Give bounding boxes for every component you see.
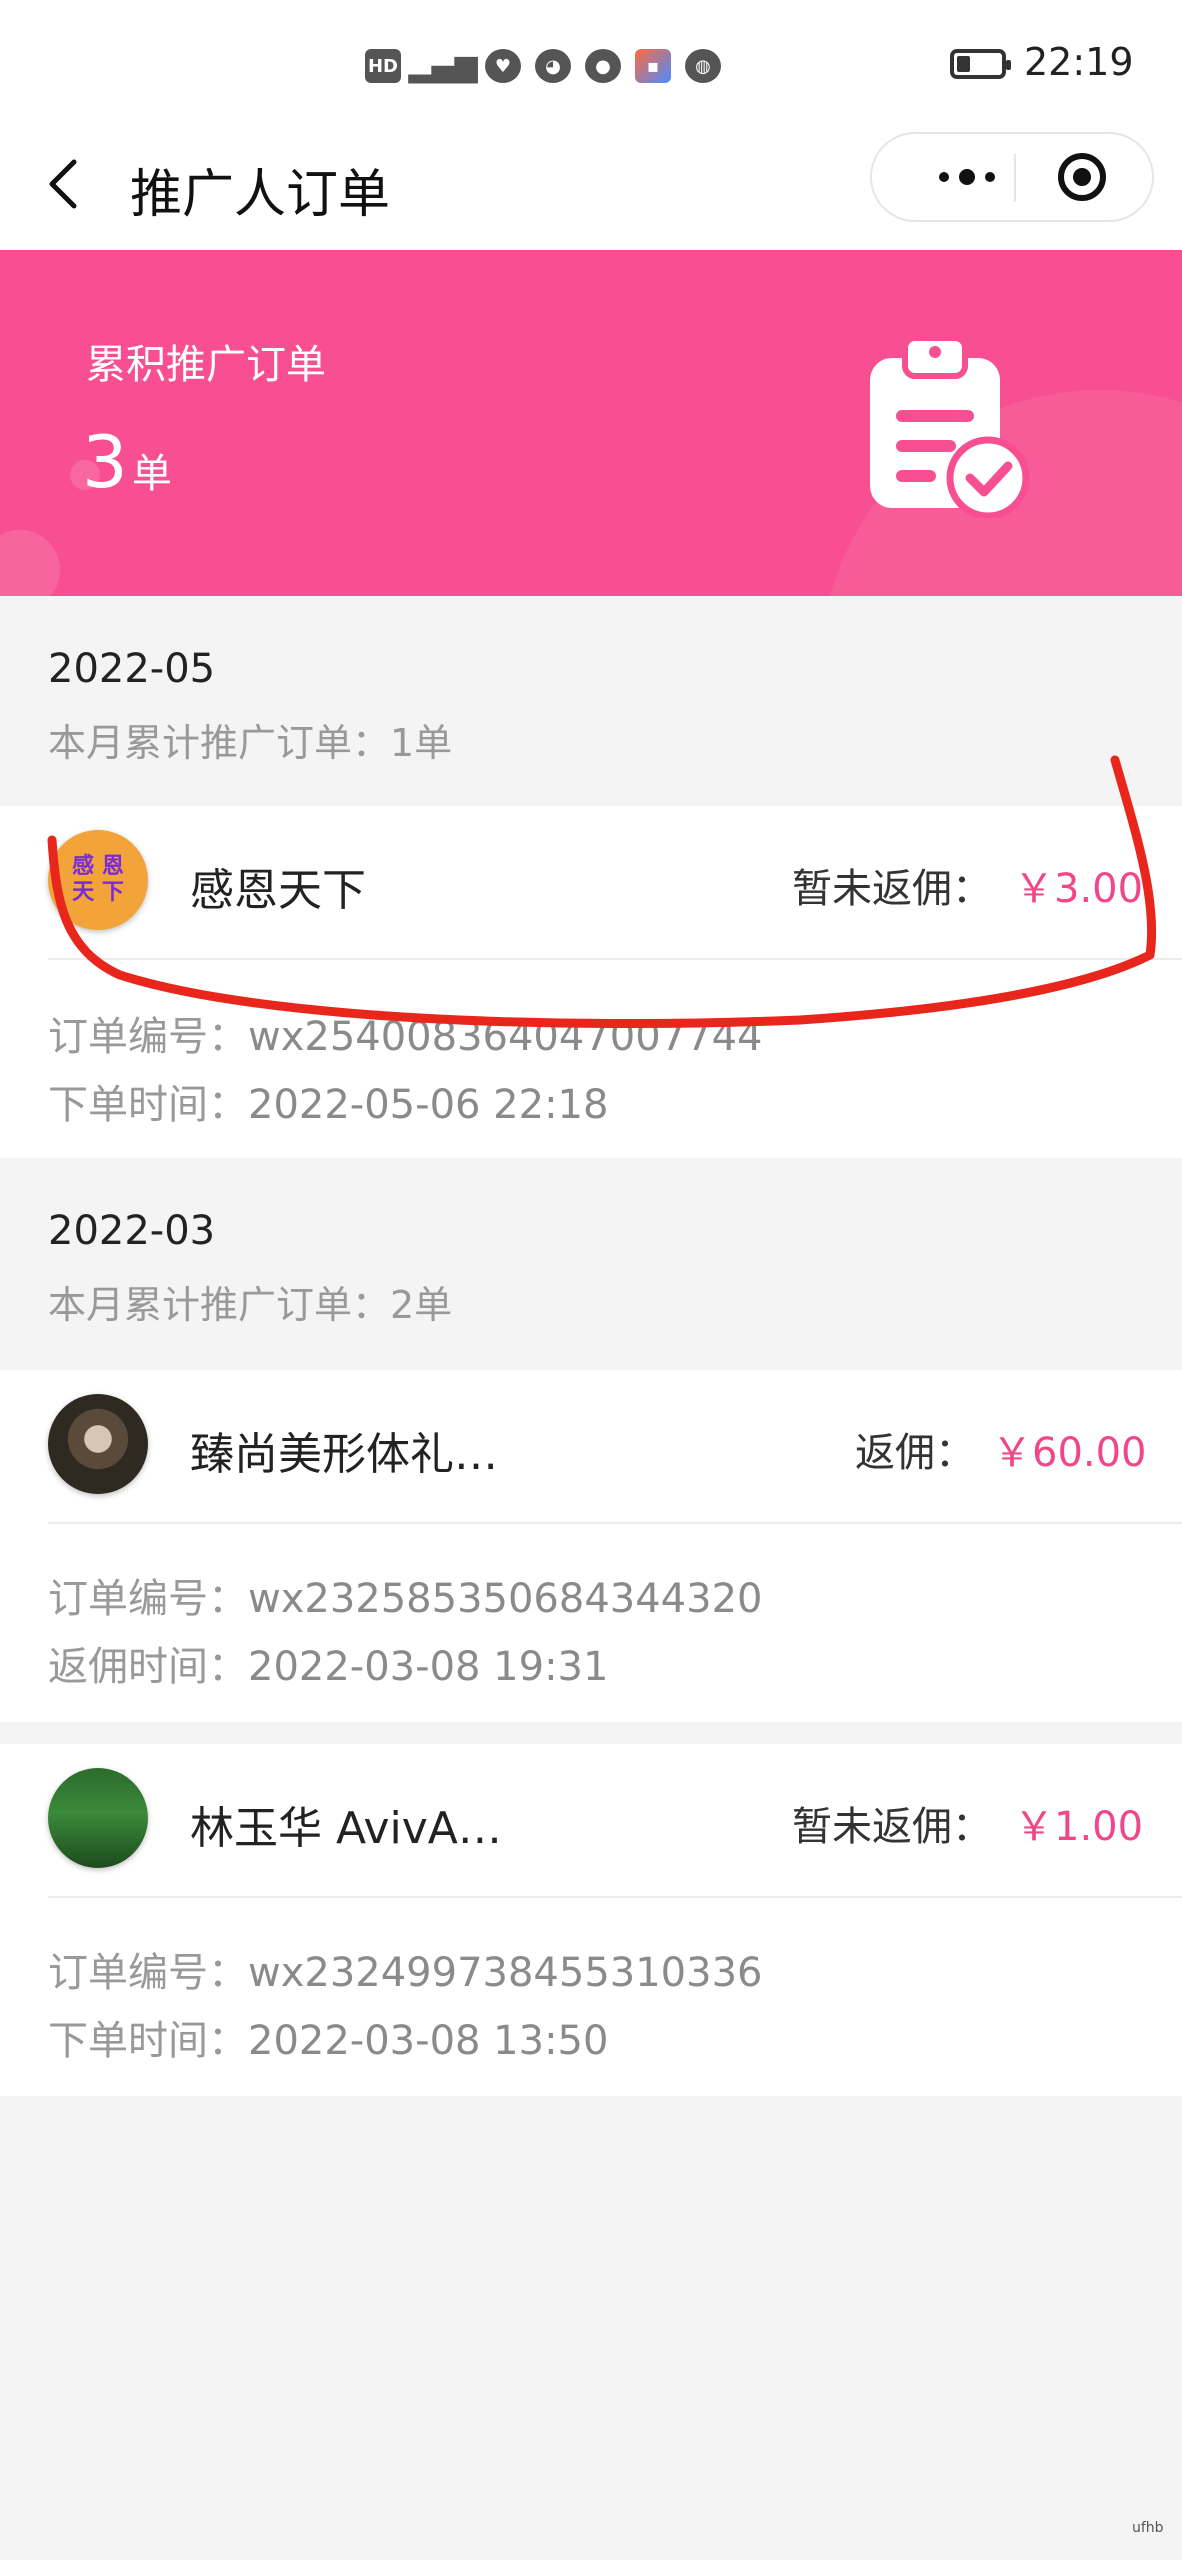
banner-count: 3 单	[82, 420, 172, 504]
page-title: 推广人订单	[130, 165, 391, 225]
avatar-text: 天 下	[72, 880, 124, 905]
clipboard-check-icon	[870, 335, 1030, 518]
health-icon: ♥	[485, 49, 521, 83]
order-number-row: 订单编号：wx232499738455310336	[48, 1940, 762, 1998]
order-card[interactable]: 臻尚美形体礼… 返佣： ￥60.00 订单编号：wx23258535068434…	[0, 1370, 1182, 1722]
banner-decoration	[0, 530, 60, 596]
rebate-status: 暂未返佣：	[792, 866, 992, 912]
more-icon[interactable]	[912, 134, 1022, 220]
wechat-icon: ◕	[535, 49, 571, 83]
order-time-label: 下单时间：	[48, 1082, 248, 1128]
banner-count-number: 3	[82, 420, 128, 504]
merchant-name: 林玉华 AvivA…	[190, 1803, 502, 1854]
order-time-label: 下单时间：	[48, 2018, 248, 2064]
order-card[interactable]: 林玉华 AvivA… 暂未返佣： ￥1.00 订单编号：wx2324997384…	[0, 1744, 1182, 2096]
merchant-avatar	[48, 1768, 148, 1868]
back-icon[interactable]	[44, 154, 84, 214]
browser-icon: ◍	[685, 49, 721, 83]
close-target-icon[interactable]	[1058, 153, 1106, 201]
rebate-amount: ￥60.00	[992, 1430, 1147, 1476]
merchant-name: 感恩天下	[190, 865, 366, 916]
card-divider	[48, 1896, 1182, 1898]
rebate-time-row: 返佣时间：2022-03-08 19:31	[48, 1634, 608, 1692]
month-summary: 本月累计推广订单：1单	[48, 721, 453, 765]
rebate-time-label: 返佣时间：	[48, 1644, 248, 1690]
order-card[interactable]: 感 恩 天 下 感恩天下 暂未返佣： ￥3.00 订单编号：wx25400836…	[0, 806, 1182, 1158]
month-title: 2022-05	[48, 646, 216, 692]
status-bar: HD ▂▄▆ ♥ ◕ ● ▪ ◍ 22:19	[0, 0, 1182, 130]
hd-icon: HD	[365, 49, 401, 83]
order-time-row: 下单时间：2022-05-06 22:18	[48, 1072, 608, 1130]
month-title: 2022-03	[48, 1208, 216, 1254]
rebate-time: 2022-03-08 19:31	[248, 1644, 609, 1690]
order-number: wx254008364047007744	[248, 1014, 763, 1060]
rebate-status: 暂未返佣：	[792, 1804, 992, 1850]
order-time: 2022-03-08 13:50	[248, 2018, 609, 2064]
status-icons: HD ▂▄▆ ♥ ◕ ● ▪ ◍	[365, 44, 721, 88]
order-time: 2022-05-06 22:18	[248, 1082, 609, 1128]
rebate-amount: ￥1.00	[1014, 1804, 1144, 1850]
order-time-row: 下单时间：2022-03-08 13:50	[48, 2008, 608, 2066]
order-number-label: 订单编号：	[48, 1014, 248, 1060]
rebate-status: 返佣：	[855, 1430, 975, 1476]
miniprogram-capsule	[870, 132, 1154, 222]
nav-bar: 推广人订单	[0, 130, 1182, 250]
merchant-name: 臻尚美形体礼…	[190, 1429, 498, 1480]
summary-banner: 累积推广订单 3 单	[0, 250, 1182, 596]
banner-label: 累积推广订单	[86, 342, 326, 388]
card-divider	[48, 958, 1182, 960]
status-time: 22:19	[1024, 40, 1134, 84]
merchant-avatar	[48, 1394, 148, 1494]
order-number: wx232499738455310336	[248, 1950, 763, 1996]
signal-5g-icon: ▂▄▆	[408, 48, 478, 84]
merchant-avatar: 感 恩 天 下	[48, 830, 148, 930]
capsule-divider	[1014, 154, 1016, 202]
battery-level	[957, 56, 970, 72]
chat-icon: ●	[585, 49, 621, 83]
card-divider	[48, 1522, 1182, 1524]
order-number-row: 订单编号：wx254008364047007744	[48, 1004, 762, 1062]
battery-icon	[950, 49, 1011, 79]
app-icon: ▪	[635, 49, 671, 83]
order-number-row: 订单编号：wx232585350684344320	[48, 1566, 762, 1624]
watermark: ufhb	[1132, 2520, 1164, 2536]
rebate-amount: ￥3.00	[1014, 866, 1144, 912]
month-summary: 本月累计推广订单：2单	[48, 1283, 453, 1327]
order-number-label: 订单编号：	[48, 1950, 248, 1996]
order-number-label: 订单编号：	[48, 1576, 248, 1622]
avatar-text: 感 恩	[72, 854, 124, 879]
order-number: wx232585350684344320	[248, 1576, 763, 1622]
banner-count-unit: 单	[131, 451, 172, 497]
